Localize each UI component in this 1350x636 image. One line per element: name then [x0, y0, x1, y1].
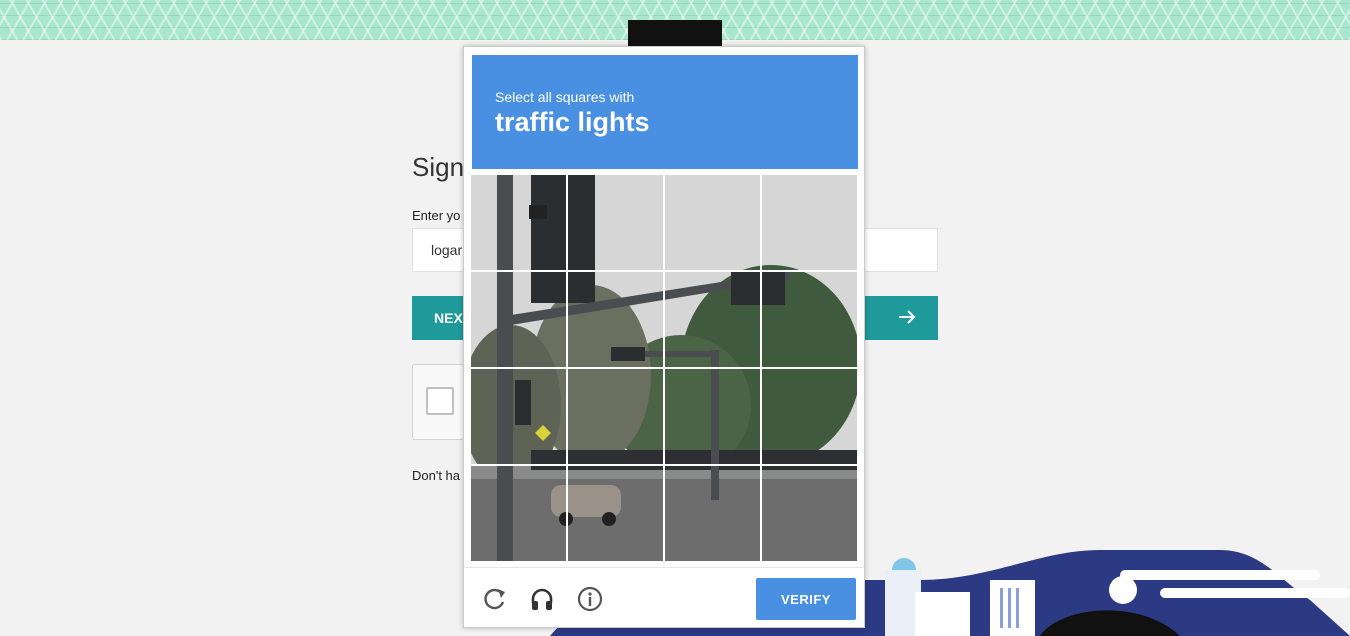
image-tile[interactable] [568, 369, 663, 464]
image-tile[interactable] [568, 466, 663, 561]
image-tile[interactable] [762, 175, 857, 270]
info-icon[interactable] [577, 586, 603, 612]
page-title: Sign [412, 152, 465, 182]
image-tile[interactable] [568, 175, 663, 270]
image-tile[interactable] [762, 466, 857, 561]
image-tile[interactable] [665, 272, 760, 367]
reload-icon[interactable] [482, 586, 508, 612]
headphones-icon[interactable] [529, 586, 555, 612]
image-tile[interactable] [471, 272, 566, 367]
challenge-instruction: Select all squares with [495, 89, 635, 105]
image-tile[interactable] [665, 369, 760, 464]
image-tile-grid [470, 174, 858, 562]
brand-logo [628, 20, 722, 46]
image-tile[interactable] [665, 466, 760, 561]
challenge-target: traffic lights [495, 107, 650, 137]
challenge-header: Select all squares with traffic lights [472, 55, 858, 169]
verify-button[interactable]: VERIFY [756, 578, 856, 620]
image-tile[interactable] [471, 369, 566, 464]
arrow-right-icon [899, 310, 916, 324]
challenge-footer: VERIFY [464, 567, 864, 628]
captcha-challenge-dialog: Select all squares with traffic lights V… [463, 46, 865, 628]
image-tile[interactable] [762, 272, 857, 367]
username-label: Enter yo [412, 208, 461, 223]
captcha-checkbox[interactable] [426, 387, 454, 415]
next-button-label: NEX [434, 310, 463, 326]
image-tile[interactable] [665, 175, 760, 270]
image-tile[interactable] [471, 466, 566, 561]
image-tile[interactable] [471, 175, 566, 270]
image-tile[interactable] [762, 369, 857, 464]
image-tile[interactable] [568, 272, 663, 367]
signup-prompt: Don't ha [412, 468, 461, 483]
